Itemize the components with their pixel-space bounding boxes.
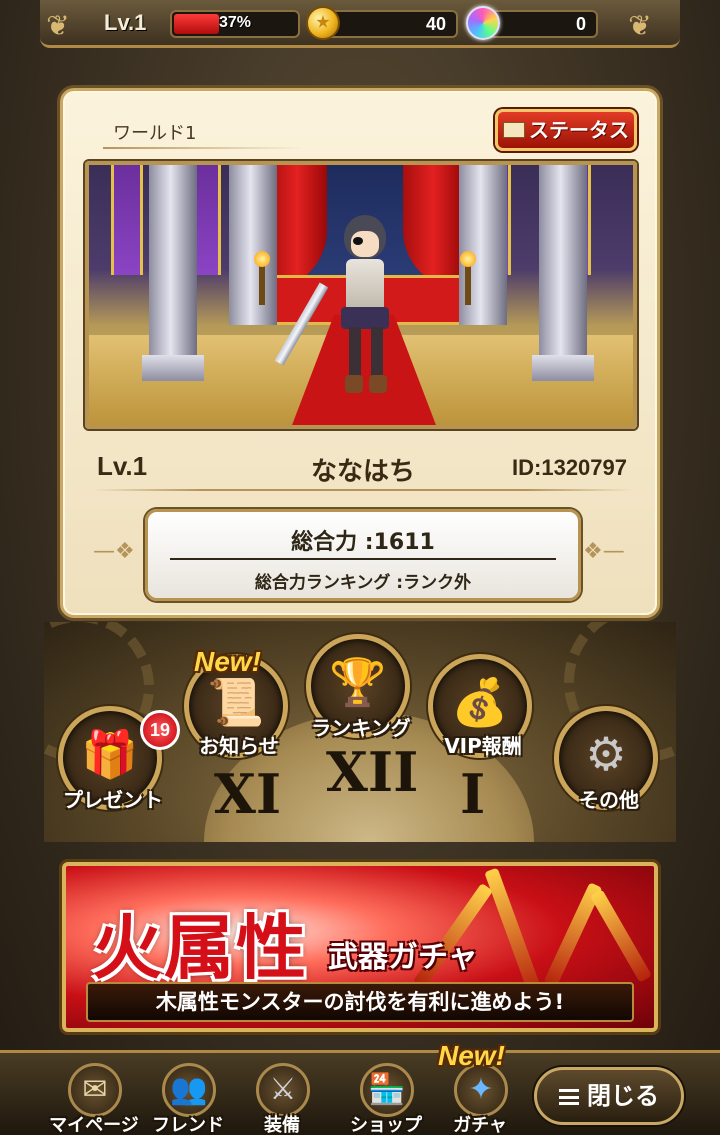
power-ranking: 総合力ランキング :ランク外 [254,573,472,593]
ornament-left: —❖ [93,539,135,564]
clock-numeral: XI [214,762,282,826]
clock-numeral: XII [326,740,419,804]
nav-equip-label: 装備 [264,1115,300,1135]
pillar [229,165,277,325]
weapon-art [589,889,653,983]
character-leg [371,327,383,381]
ranking-button[interactable]: 🏆 ランキング [306,634,416,744]
coin-value: 40 [425,14,446,34]
world-underline [103,147,303,149]
character-scene [85,161,637,429]
nav-friend[interactable]: 👥 フレンド [142,1059,234,1135]
treasure-chest-icon: 💰 [451,675,509,729]
bottom-nav: ✉ マイページ 👥 フレンド ⚔ 装備 🏪 ショップ ✦ ガチャ 閉じる [0,1050,720,1135]
other-button[interactable]: ⚙ その他 [554,706,664,816]
vip-reward-button[interactable]: 💰 VIP報酬 [428,654,538,764]
nav-shop[interactable]: 🏪 ショップ [340,1059,432,1135]
world-label: ワールド1 [113,123,197,144]
nav-mypage[interactable]: ✉ マイページ [48,1059,140,1135]
pillar-base [142,355,204,381]
ornament-right: ❖— [583,539,625,564]
friends-icon: 👥 [162,1063,216,1117]
character-boot [369,375,387,393]
close-button-label: 閉じる [587,1082,659,1110]
exp-bar: 37% [170,10,300,38]
other-label: その他 [579,788,639,812]
sword-icon: ⚔ [256,1063,310,1117]
gem-value: 0 [575,14,586,34]
pillar-base [532,355,594,381]
character-belt [341,307,389,329]
power-box: 総合力 :1611 総合力ランキング :ランク外 [145,509,581,601]
nav-friend-label: フレンド [152,1115,224,1135]
mypage-icon: ✉ [68,1063,122,1117]
gacha-new-tag: New! [438,1040,505,1071]
gift-icon: 🎁 [81,727,139,781]
nav-shop-label: ショップ [350,1115,422,1135]
banner-description: 木属性モンスターの討伐を有利に進めよう! [86,982,634,1022]
nav-mypage-label: マイページ [49,1115,139,1135]
exp-percent: 37% [218,14,252,31]
status-button-label: ステータス [529,118,629,142]
weapon-art [484,867,542,995]
corner-ornament-right: ❦ [628,9,652,42]
nav-gacha-label: ガチャ [453,1115,507,1135]
player-level: Lv.1 [104,10,147,35]
coin-icon [306,6,340,40]
menu-icon [559,1089,579,1105]
wall-banner [111,165,143,275]
pillar [539,165,587,365]
gacha-banner[interactable]: 火属性 武器ガチャ 木属性モンスターの討伐を有利に進めよう! [62,862,658,1032]
close-button[interactable]: 閉じる [534,1067,684,1125]
clock-numeral: I [460,762,486,826]
character-eyepatch [353,237,363,245]
total-power: 総合力 :1611 [291,530,435,555]
trophy-icon: 🏆 [329,655,387,709]
shop-icon: 🏪 [360,1063,414,1117]
torch [254,251,270,305]
nav-equip[interactable]: ⚔ 装備 [236,1059,328,1135]
news-new-tag: New! [194,646,261,677]
banner-title: 火属性 [92,906,308,989]
gear-icon: ⚙ [585,727,627,781]
corner-ornament-left: ❦ [46,9,70,42]
profile-panel: ワールド1 ステータス Lv.1 ななはち ID:1320797 —❖ ❖— 総… [60,88,660,618]
pillar [149,165,197,365]
character-leg [349,327,361,381]
book-icon [503,122,525,138]
gem-icon [466,6,500,40]
player-name: ななはち [310,457,415,487]
profile-level: Lv.1 [97,451,148,481]
power-divider [170,558,556,560]
player-character [274,215,409,405]
banner-subtitle: 武器ガチャ [328,940,478,975]
torch [460,251,476,305]
present-label: プレゼント [63,788,163,812]
character-boot [345,375,363,393]
status-button[interactable]: ステータス [495,109,637,151]
player-id: ID:1320797 [512,455,627,480]
scroll-icon: 📜 [207,675,265,729]
vip-label: VIP報酬 [444,734,522,758]
info-divider [93,489,633,491]
